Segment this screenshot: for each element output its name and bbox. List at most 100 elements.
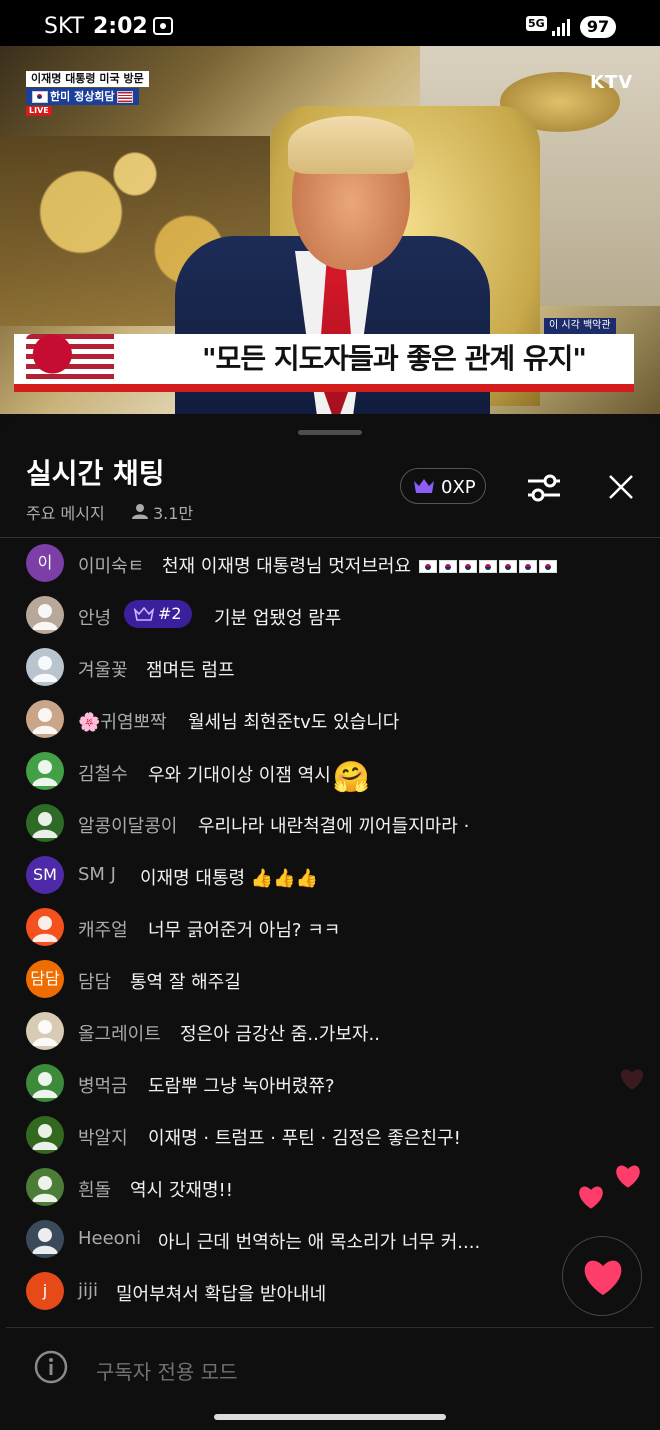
message-author[interactable]: 이미숙ㅌ bbox=[78, 552, 144, 578]
korea-flag-icon bbox=[439, 560, 458, 573]
message-text: 아니 근데 번역하는 애 목소리가 너무 커.... bbox=[158, 1228, 480, 1254]
home-indicator[interactable] bbox=[214, 1414, 446, 1420]
chat-message[interactable]: 이 이미숙ㅌ 천재 이재명 대통령님 멋저브러요 bbox=[0, 542, 660, 582]
default-avatar-icon bbox=[32, 1020, 58, 1046]
message-text: 도람뿌 그냥 녹아버렸쮸? bbox=[148, 1072, 335, 1098]
message-body: 정은아 금강산 줌..가보자.. bbox=[180, 1024, 380, 1045]
rank-label: #2 bbox=[158, 604, 182, 623]
korea-flag-icon bbox=[519, 560, 538, 573]
us-flag-icon bbox=[116, 91, 133, 103]
message-body: 월세님 최현준tv도 있습니다 bbox=[188, 712, 400, 733]
default-avatar-icon bbox=[32, 604, 58, 630]
avatar[interactable] bbox=[26, 804, 64, 842]
avatar[interactable] bbox=[26, 908, 64, 946]
avatar[interactable] bbox=[26, 1220, 64, 1258]
default-avatar-icon bbox=[32, 1072, 58, 1098]
chat-message[interactable]: 알콩이달콩이 우리나라 내란척결에 끼어들지마라 · bbox=[0, 802, 660, 842]
avatar[interactable] bbox=[26, 1168, 64, 1206]
default-avatar-icon bbox=[32, 1228, 58, 1254]
message-body: 너무 긁어준거 아님? ㅋㅋ bbox=[148, 920, 341, 941]
headline-flags-icon bbox=[26, 334, 114, 384]
info-icon[interactable] bbox=[34, 1350, 68, 1384]
message-body: 이재명 대통령 👍👍👍 bbox=[140, 868, 319, 889]
default-avatar-icon bbox=[32, 812, 58, 838]
chat-message[interactable]: 흰돌 역시 갓재명!! bbox=[0, 1166, 660, 1206]
floating-heart-icon bbox=[579, 1186, 603, 1209]
message-author[interactable]: 올그레이트 bbox=[78, 1020, 161, 1046]
chat-message[interactable]: 김철수 우와 기대이상 이잼 역시🤗 bbox=[0, 750, 660, 795]
avatar[interactable] bbox=[26, 648, 64, 686]
xp-button[interactable]: 0XP bbox=[400, 468, 486, 504]
filter-settings-icon[interactable] bbox=[526, 472, 562, 504]
message-body: 통역 잘 해주길 bbox=[130, 972, 241, 993]
message-author[interactable]: 캐주얼 bbox=[78, 916, 128, 942]
xp-label: 0XP bbox=[441, 477, 476, 498]
close-icon[interactable] bbox=[606, 472, 636, 502]
avatar[interactable] bbox=[26, 1012, 64, 1050]
chat-message[interactable]: Heeoni 아니 근데 번역하는 애 목소리가 너무 커.... bbox=[0, 1218, 660, 1258]
flag-emoji-group bbox=[419, 556, 559, 577]
chat-message[interactable]: 🌸귀염뽀짝 월세님 최현준tv도 있습니다 bbox=[0, 698, 660, 738]
chat-message[interactable]: 겨울꽃 잼며든 럼프 bbox=[0, 646, 660, 686]
message-author[interactable]: SM J bbox=[78, 864, 116, 885]
message-body: 이재명 · 트럼프 · 푸틴 · 김정은 좋은친구! bbox=[148, 1128, 461, 1149]
message-body: 기분 업됐엉 람푸 bbox=[214, 608, 342, 629]
message-author[interactable]: 겨울꽃 bbox=[78, 656, 128, 682]
chat-message[interactable]: 올그레이트 정은아 금강산 줌..가보자.. bbox=[0, 1010, 660, 1050]
message-author[interactable]: 담담 bbox=[78, 968, 111, 994]
message-body: 우와 기대이상 이잼 역시 bbox=[148, 765, 331, 786]
heart-icon bbox=[584, 1260, 622, 1296]
chat-message[interactable]: 캐주얼 너무 긁어준거 아님? ㅋㅋ bbox=[0, 906, 660, 946]
chat-message[interactable]: 담담 담담 통역 잘 해주길 bbox=[0, 958, 660, 998]
message-author[interactable]: 🌸귀염뽀짝 bbox=[78, 708, 167, 734]
member-rank-badge: #2 bbox=[124, 600, 192, 628]
chat-message[interactable]: 안녕 #2 기분 업됐엉 람푸 bbox=[0, 594, 660, 634]
drag-handle[interactable] bbox=[298, 430, 362, 435]
emoji-icon: 🤗 bbox=[332, 760, 371, 795]
message-body: 천재 이재명 대통령님 멋저브러요 bbox=[162, 556, 412, 577]
floating-heart-icon bbox=[621, 1069, 643, 1090]
message-author[interactable]: 박알지 bbox=[78, 1124, 128, 1150]
chat-message[interactable]: 박알지 이재명 · 트럼프 · 푸틴 · 김정은 좋은친구! bbox=[0, 1114, 660, 1154]
like-heart-button[interactable] bbox=[562, 1236, 642, 1316]
message-text: 우와 기대이상 이잼 역시🤗 bbox=[148, 760, 370, 795]
broadcast-subtopic-label: 한미 정상회담 bbox=[50, 90, 115, 103]
avatar[interactable]: j bbox=[26, 1272, 64, 1310]
header-divider bbox=[0, 537, 660, 538]
chat-message[interactable]: j jiji 밀어부쳐서 확답을 받아내네 bbox=[0, 1270, 660, 1310]
message-author[interactable]: 김철수 bbox=[78, 760, 128, 786]
korea-flag-icon bbox=[479, 560, 498, 573]
default-avatar-icon bbox=[32, 1124, 58, 1150]
avatar[interactable] bbox=[26, 596, 64, 634]
message-text: 통역 잘 해주길 bbox=[130, 968, 241, 994]
chat-mode-selector[interactable]: 주요 메시지 bbox=[26, 500, 105, 524]
message-author[interactable]: 흰돌 bbox=[78, 1176, 111, 1202]
crown-icon bbox=[134, 607, 154, 621]
avatar[interactable]: 담담 bbox=[26, 960, 64, 998]
avatar[interactable]: 이 bbox=[26, 544, 64, 582]
korea-flag-icon bbox=[459, 560, 478, 573]
korea-flag-icon bbox=[419, 560, 438, 573]
broadcast-subtopic: 한미 정상회담 bbox=[26, 88, 139, 105]
avatar[interactable] bbox=[26, 1116, 64, 1154]
korea-flag-icon bbox=[539, 560, 558, 573]
avatar[interactable] bbox=[26, 752, 64, 790]
message-author[interactable]: jiji bbox=[78, 1280, 98, 1301]
avatar[interactable] bbox=[26, 700, 64, 738]
carrier-label: SKT bbox=[44, 14, 85, 39]
chat-message[interactable]: 병먹금 도람뿌 그냥 녹아버렸쮸? bbox=[0, 1062, 660, 1102]
chat-message[interactable]: SM SM J 이재명 대통령 👍👍👍 bbox=[0, 854, 660, 894]
message-author[interactable]: Heeoni bbox=[78, 1228, 141, 1249]
message-author[interactable]: 알콩이달콩이 bbox=[78, 812, 177, 838]
message-text: 천재 이재명 대통령님 멋저브러요 bbox=[162, 552, 559, 578]
message-author[interactable]: 병먹금 bbox=[78, 1072, 128, 1098]
message-body: 아니 근데 번역하는 애 목소리가 너무 커.... bbox=[158, 1232, 481, 1253]
message-author[interactable]: 안녕 bbox=[78, 604, 111, 630]
message-text: 정은아 금강산 줌..가보자.. bbox=[180, 1020, 380, 1046]
person-icon bbox=[132, 504, 148, 519]
avatar[interactable]: SM bbox=[26, 856, 64, 894]
headline-bar: "모든 지도자들과 좋은 관계 유지" bbox=[14, 334, 634, 392]
message-text: 우리나라 내란척결에 끼어들지마라 · bbox=[198, 812, 469, 838]
avatar[interactable] bbox=[26, 1064, 64, 1102]
default-avatar-icon bbox=[32, 656, 58, 682]
